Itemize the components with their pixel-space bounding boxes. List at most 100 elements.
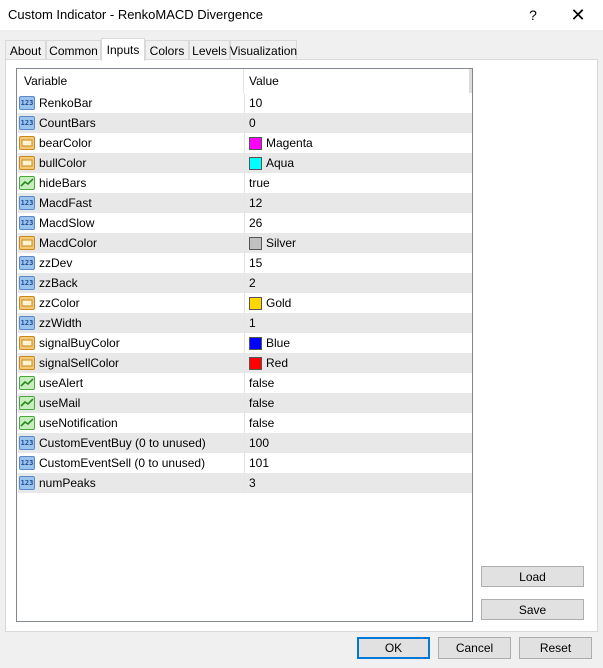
integer-type-icon: 123: [19, 196, 35, 210]
table-row[interactable]: zzColor Gold: [18, 293, 472, 313]
value-cell[interactable]: 1: [244, 313, 472, 333]
variable-cell[interactable]: 123 MacdSlow: [18, 213, 243, 233]
table-row[interactable]: 123 zzWidth 1: [18, 313, 472, 333]
variable-cell[interactable]: useMail: [18, 393, 243, 413]
value-cell[interactable]: false: [244, 393, 472, 413]
variable-value: 101: [249, 456, 270, 470]
value-cell[interactable]: true: [244, 173, 472, 193]
value-cell[interactable]: 101: [244, 453, 472, 473]
variable-cell[interactable]: signalBuyColor: [18, 333, 243, 353]
value-cell[interactable]: 3: [244, 473, 472, 493]
scrollbar[interactable]: [469, 69, 472, 93]
save-button[interactable]: Save: [481, 599, 584, 620]
variable-cell[interactable]: 123 zzDev: [18, 253, 243, 273]
variable-cell[interactable]: 123 CountBars: [18, 113, 243, 133]
table-row[interactable]: 123 MacdFast 12: [18, 193, 472, 213]
variable-name: zzBack: [39, 276, 78, 290]
variable-name: RenkoBar: [39, 96, 93, 110]
table-row[interactable]: 123 CustomEventBuy (0 to unused) 100: [18, 433, 472, 453]
table-row[interactable]: 123 zzDev 15: [18, 253, 472, 273]
color-swatch: [249, 336, 262, 350]
table-row[interactable]: 123 numPeaks 3: [18, 473, 472, 493]
variable-cell[interactable]: useNotification: [18, 413, 243, 433]
value-cell[interactable]: Gold: [244, 293, 472, 313]
tab-colors[interactable]: Colors: [145, 40, 189, 60]
close-button[interactable]: ✕: [555, 0, 601, 30]
help-button[interactable]: ?: [510, 0, 556, 30]
table-row[interactable]: hideBars true: [18, 173, 472, 193]
variable-name: zzColor: [39, 296, 80, 310]
variable-cell[interactable]: useAlert: [18, 373, 243, 393]
value-cell[interactable]: 10: [244, 93, 472, 113]
variable-cell[interactable]: signalSellColor: [18, 353, 243, 373]
table-row[interactable]: 123 MacdSlow 26: [18, 213, 472, 233]
tab-levels[interactable]: Levels: [189, 40, 230, 60]
variable-cell[interactable]: 123 CustomEventSell (0 to unused): [18, 453, 243, 473]
column-header-variable[interactable]: Variable: [24, 74, 67, 88]
tab-inputs[interactable]: Inputs: [101, 38, 145, 61]
value-cell[interactable]: 100: [244, 433, 472, 453]
column-header-value[interactable]: Value: [249, 74, 279, 88]
variable-value: Aqua: [266, 156, 295, 170]
variable-value: Gold: [266, 296, 292, 310]
variable-cell[interactable]: 123 MacdFast: [18, 193, 243, 213]
variable-cell[interactable]: 123 numPeaks: [18, 473, 243, 493]
variable-cell[interactable]: bearColor: [18, 133, 243, 153]
table-row[interactable]: signalSellColor Red: [18, 353, 472, 373]
table-row[interactable]: useMail false: [18, 393, 472, 413]
variable-name: zzWidth: [39, 316, 82, 330]
value-cell[interactable]: 0: [244, 113, 472, 133]
table-row[interactable]: MacdColor Silver: [18, 233, 472, 253]
table-row[interactable]: useAlert false: [18, 373, 472, 393]
table-row[interactable]: 123 zzBack 2: [18, 273, 472, 293]
help-icon: ?: [529, 7, 537, 23]
value-cell[interactable]: Blue: [244, 333, 472, 353]
variable-cell[interactable]: zzColor: [18, 293, 243, 313]
value-cell[interactable]: 26: [244, 213, 472, 233]
value-cell[interactable]: false: [244, 373, 472, 393]
color-type-icon: [19, 296, 35, 310]
ok-button[interactable]: OK: [357, 637, 430, 659]
color-swatch: [249, 356, 262, 370]
value-cell[interactable]: Red: [244, 353, 472, 373]
variable-value: 2: [249, 276, 256, 290]
integer-type-icon: 123: [19, 456, 35, 470]
variable-cell[interactable]: MacdColor: [18, 233, 243, 253]
value-cell[interactable]: 12: [244, 193, 472, 213]
color-type-icon: [19, 336, 35, 350]
table-row[interactable]: bullColor Aqua: [18, 153, 472, 173]
table-row[interactable]: 123 CountBars 0: [18, 113, 472, 133]
value-cell[interactable]: Aqua: [244, 153, 472, 173]
variable-cell[interactable]: 123 zzWidth: [18, 313, 243, 333]
variable-name: bearColor: [39, 136, 92, 150]
variable-cell[interactable]: bullColor: [18, 153, 243, 173]
load-button[interactable]: Load: [481, 566, 584, 587]
table-row[interactable]: useNotification false: [18, 413, 472, 433]
inputs-grid: Variable Value 123 RenkoBar 10 123 CountBars…: [16, 68, 473, 622]
variable-cell[interactable]: 123 zzBack: [18, 273, 243, 293]
variable-cell[interactable]: 123 RenkoBar: [18, 93, 243, 113]
variable-name: CustomEventBuy (0 to unused): [39, 436, 206, 450]
table-row[interactable]: 123 RenkoBar 10: [18, 93, 472, 113]
value-cell[interactable]: 15: [244, 253, 472, 273]
variable-cell[interactable]: hideBars: [18, 173, 243, 193]
variable-value: 1: [249, 316, 256, 330]
tab-visualization[interactable]: Visualization: [230, 40, 297, 60]
color-swatch: [249, 236, 262, 250]
variable-value: 15: [249, 256, 263, 270]
tab-common[interactable]: Common: [46, 40, 101, 60]
integer-type-icon: 123: [19, 116, 35, 130]
column-divider[interactable]: [243, 69, 244, 93]
table-row[interactable]: signalBuyColor Blue: [18, 333, 472, 353]
tab-about[interactable]: About: [5, 40, 46, 60]
table-row[interactable]: 123 CustomEventSell (0 to unused) 101: [18, 453, 472, 473]
value-cell[interactable]: false: [244, 413, 472, 433]
value-cell[interactable]: 2: [244, 273, 472, 293]
value-cell[interactable]: Magenta: [244, 133, 472, 153]
table-row[interactable]: bearColor Magenta: [18, 133, 472, 153]
variable-cell[interactable]: 123 CustomEventBuy (0 to unused): [18, 433, 243, 453]
value-cell[interactable]: Silver: [244, 233, 472, 253]
reset-button[interactable]: Reset: [519, 637, 592, 659]
cancel-button[interactable]: Cancel: [438, 637, 511, 659]
grid-header: Variable Value: [17, 69, 469, 93]
